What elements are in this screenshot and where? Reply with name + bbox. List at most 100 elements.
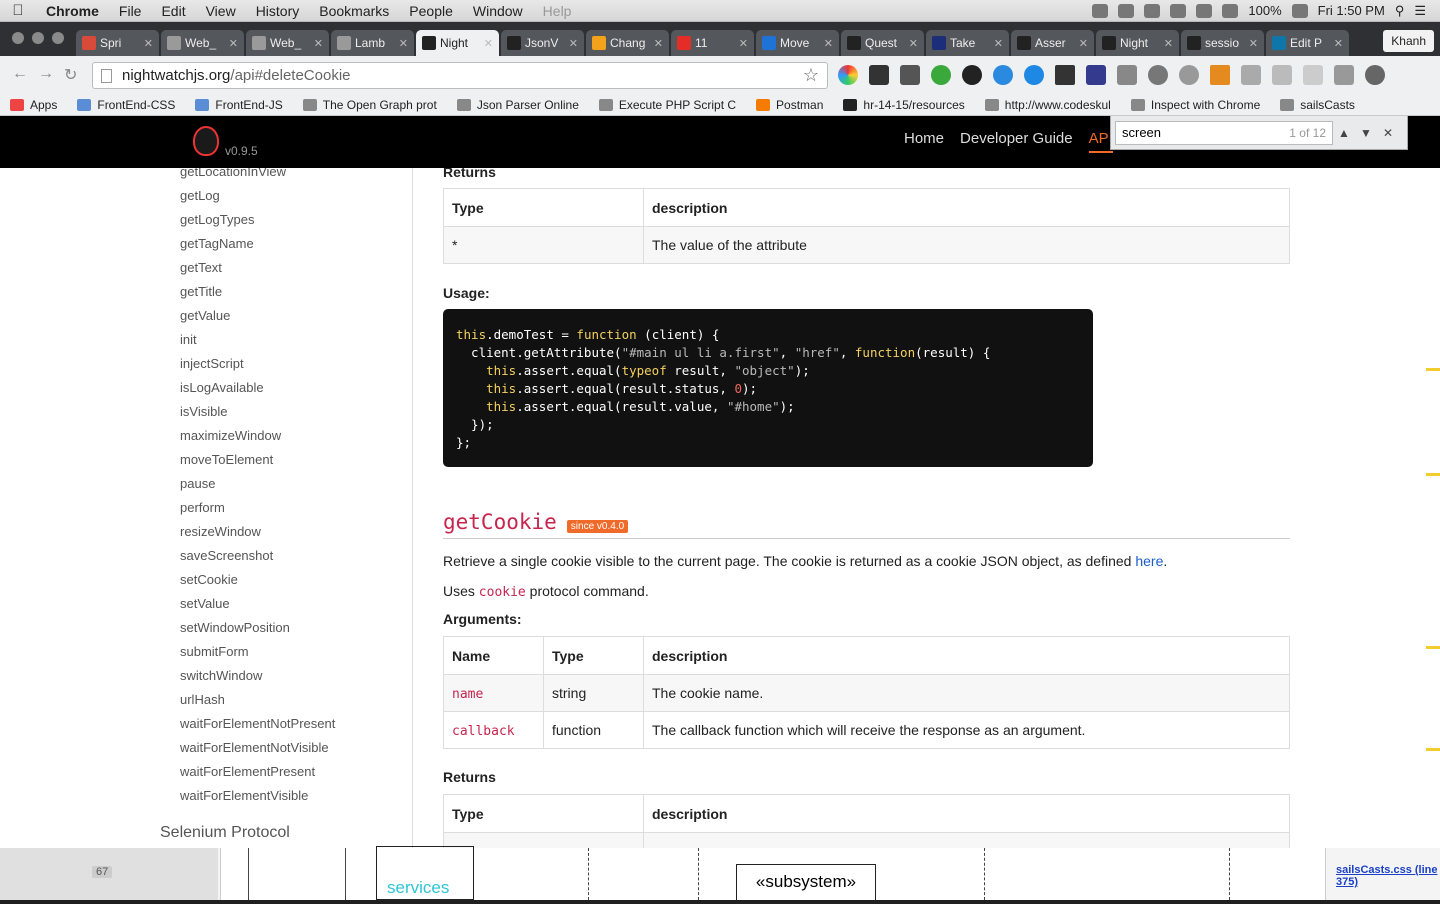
notification-center-icon[interactable]: ☰ bbox=[1414, 3, 1426, 19]
back-icon[interactable]: ← bbox=[12, 65, 28, 85]
extension-icon[interactable] bbox=[1365, 65, 1385, 85]
tab-close-icon[interactable]: ✕ bbox=[399, 37, 408, 50]
tab-close-icon[interactable]: ✕ bbox=[229, 37, 238, 50]
tab-close-icon[interactable]: ✕ bbox=[739, 37, 748, 50]
battery-icon[interactable] bbox=[1291, 3, 1308, 18]
volume-icon[interactable] bbox=[1196, 3, 1213, 18]
sidebar-link[interactable]: waitForElementPresent bbox=[180, 764, 335, 788]
bookmark-link[interactable]: hr-14-15/resources bbox=[833, 98, 974, 112]
gear-extension-icon[interactable] bbox=[962, 65, 982, 85]
bookmark-link[interactable]: Postman bbox=[746, 98, 833, 112]
sidebar-link[interactable]: getTagName bbox=[180, 236, 335, 260]
find-previous-icon[interactable]: ▲ bbox=[1333, 126, 1355, 140]
extension-icon[interactable] bbox=[1303, 65, 1323, 85]
browser-tab[interactable]: sessio ✕ bbox=[1181, 30, 1264, 56]
sidebar-link[interactable]: setCookie bbox=[180, 572, 335, 596]
tab-close-icon[interactable]: ✕ bbox=[144, 37, 153, 50]
tab-close-icon[interactable]: ✕ bbox=[1249, 37, 1258, 50]
tab-close-icon[interactable]: ✕ bbox=[1079, 37, 1088, 50]
tab-close-icon[interactable]: ✕ bbox=[314, 37, 323, 50]
sidebar-link[interactable]: setWindowPosition bbox=[180, 620, 335, 644]
nav-developer-guide[interactable]: Developer Guide bbox=[960, 130, 1073, 153]
sidebar-link[interactable]: pause bbox=[180, 476, 335, 500]
browser-tab[interactable]: Take ✕ bbox=[926, 30, 1009, 56]
sidebar-link[interactable]: getLog bbox=[180, 188, 335, 212]
tab-close-icon[interactable]: ✕ bbox=[824, 37, 833, 50]
extension-icon[interactable] bbox=[1086, 65, 1106, 85]
extension-icon[interactable] bbox=[1241, 65, 1261, 85]
sidebar-link[interactable]: waitForElementNotVisible bbox=[180, 740, 335, 764]
tab-close-icon[interactable]: ✕ bbox=[994, 37, 1003, 50]
bookmark-folder[interactable]: FrontEnd-CSS bbox=[67, 98, 185, 112]
sidebar-section-heading[interactable]: Selenium Protocol bbox=[160, 824, 290, 842]
sidebar-link[interactable]: waitForElementNotPresent bbox=[180, 716, 335, 740]
extension-icon[interactable] bbox=[993, 65, 1013, 85]
zoom-window-button[interactable] bbox=[52, 32, 64, 44]
browser-tab[interactable]: Web_ ✕ bbox=[161, 30, 244, 56]
bookmark-folder[interactable]: FrontEnd-JS bbox=[185, 98, 292, 112]
menu-edit[interactable]: Edit bbox=[151, 3, 195, 19]
nightwatch-owl-logo[interactable] bbox=[193, 126, 219, 156]
sidebar-link[interactable]: urlHash bbox=[180, 692, 335, 716]
forward-icon[interactable]: → bbox=[38, 65, 54, 85]
sidebar-link[interactable]: getValue bbox=[180, 308, 335, 332]
bookmark-apps[interactable]: Apps bbox=[0, 98, 67, 112]
spotlight-icon[interactable]: ⚲ bbox=[1395, 3, 1405, 19]
menu-chrome[interactable]: Chrome bbox=[36, 3, 109, 19]
bookmark-link[interactable]: Execute PHP Script C bbox=[589, 98, 746, 112]
background-css-link[interactable]: sailsCasts.css (line 375) bbox=[1336, 864, 1440, 888]
find-input[interactable]: screen 1 of 12 bbox=[1115, 120, 1333, 145]
tab-close-icon[interactable]: ✕ bbox=[1164, 37, 1173, 50]
tab-close-icon[interactable]: ✕ bbox=[569, 37, 578, 50]
sidebar-link[interactable]: moveToElement bbox=[180, 452, 335, 476]
sidebar-link[interactable]: perform bbox=[180, 500, 335, 524]
sidebar-link[interactable]: injectScript bbox=[180, 356, 335, 380]
extension-icon[interactable] bbox=[1179, 65, 1199, 85]
menu-help[interactable]: Help bbox=[533, 3, 582, 19]
sidebar-link[interactable]: isLogAvailable bbox=[180, 380, 335, 404]
browser-tab[interactable]: Move ✕ bbox=[756, 30, 839, 56]
status-app-icon[interactable] bbox=[1092, 3, 1109, 18]
sidebar-link[interactable]: submitForm bbox=[180, 644, 335, 668]
extension-icon[interactable] bbox=[1148, 65, 1168, 85]
bookmark-link[interactable]: http://www.codeskul bbox=[975, 98, 1121, 112]
battery-percent[interactable]: 100% bbox=[1248, 3, 1281, 18]
definition-link[interactable]: here bbox=[1135, 553, 1163, 569]
browser-tab[interactable]: Web_ ✕ bbox=[246, 30, 329, 56]
clock[interactable]: Fri 1:50 PM bbox=[1318, 3, 1385, 18]
sidebar-link[interactable]: resizeWindow bbox=[180, 524, 335, 548]
bookmark-star-icon[interactable]: ☆ bbox=[803, 65, 819, 86]
find-result-scrollbar-markers[interactable] bbox=[1424, 168, 1440, 848]
tab-close-icon[interactable]: ✕ bbox=[1334, 37, 1343, 50]
bookmark-link[interactable]: Json Parser Online bbox=[447, 98, 589, 112]
sidebar-link[interactable]: switchWindow bbox=[180, 668, 335, 692]
browser-tab[interactable]: 11 ✕ bbox=[671, 30, 754, 56]
eyedropper-extension-icon[interactable] bbox=[1055, 65, 1075, 85]
apple-menu-icon[interactable]:  bbox=[0, 2, 36, 19]
tab-close-icon[interactable]: ✕ bbox=[654, 37, 663, 50]
tab-close-icon[interactable]: ✕ bbox=[909, 37, 918, 50]
browser-tab[interactable]: Lamb ✕ bbox=[331, 30, 414, 56]
menu-view[interactable]: View bbox=[196, 3, 246, 19]
browser-tab[interactable]: Night ✕ bbox=[1096, 30, 1179, 56]
browser-tab[interactable]: Edit P ✕ bbox=[1266, 30, 1349, 56]
browser-tab[interactable]: Asser ✕ bbox=[1011, 30, 1094, 56]
extension-icon[interactable] bbox=[1117, 65, 1137, 85]
bookmark-link[interactable]: Inspect with Chrome bbox=[1121, 98, 1270, 112]
sidebar-link[interactable]: saveScreenshot bbox=[180, 548, 335, 572]
menu-window[interactable]: Window bbox=[463, 3, 533, 19]
reload-icon[interactable]: ↻ bbox=[64, 65, 77, 85]
browser-tab[interactable]: Spri ✕ bbox=[76, 30, 159, 56]
sidebar-link[interactable]: waitForElementVisible bbox=[180, 788, 335, 812]
status-app-icon[interactable] bbox=[1144, 3, 1161, 18]
menu-bookmarks[interactable]: Bookmarks bbox=[309, 3, 399, 19]
dropbox-icon[interactable] bbox=[1118, 3, 1135, 18]
extension-icon[interactable] bbox=[1210, 65, 1230, 85]
address-bar[interactable]: nightwatchjs.org/api#deleteCookie ☆ bbox=[92, 62, 828, 89]
nav-home[interactable]: Home bbox=[904, 130, 944, 153]
bookmark-link[interactable]: sailsCasts bbox=[1270, 98, 1365, 112]
extension-icon[interactable] bbox=[900, 65, 920, 85]
extension-icon[interactable] bbox=[1272, 65, 1292, 85]
bookmark-link[interactable]: The Open Graph prot bbox=[293, 98, 447, 112]
browser-tab[interactable]: Night ✕ bbox=[416, 30, 499, 56]
